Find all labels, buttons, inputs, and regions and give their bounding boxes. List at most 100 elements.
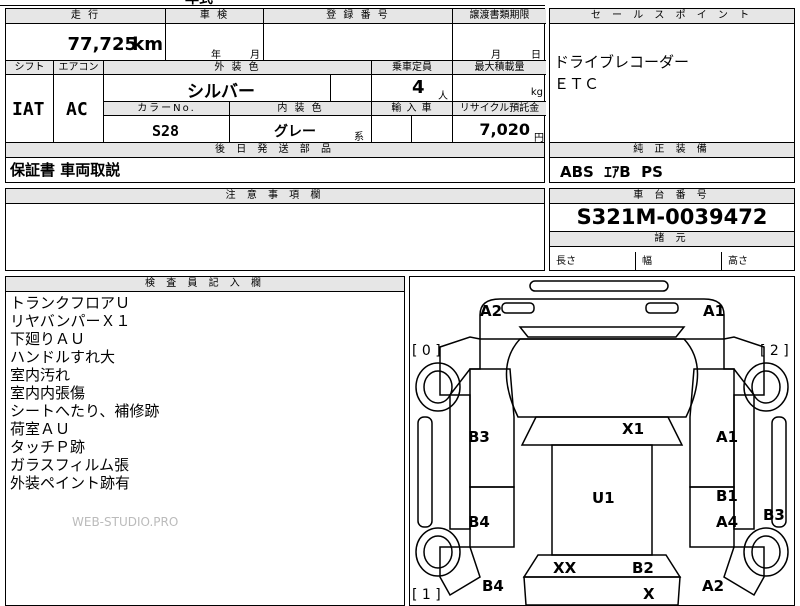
aircon-value: AC xyxy=(66,99,88,120)
mark-a4-right-mid: A4 xyxy=(716,513,738,531)
chassis-box: 車 台 番 号 S321M-0039472 諸 元 長さ 幅 高さ xyxy=(549,188,795,271)
wheel-front-left xyxy=(415,362,461,412)
shift-value: IAT xyxy=(12,99,45,120)
transfer-cell: 月 日 xyxy=(453,24,546,61)
inspector-line: ハンドルすれ大 xyxy=(10,348,116,366)
inspector-line: 室内汚れ xyxy=(10,366,71,384)
bracket-2: [ 2 ] xyxy=(760,343,789,359)
mark-a1-right-front: A1 xyxy=(716,428,738,446)
mark-b3-left-front: B3 xyxy=(468,428,490,446)
color-no-value: S28 xyxy=(152,122,180,140)
inspector-line: ガラスフィルム張 xyxy=(10,456,130,474)
inspection-header: 車 検 xyxy=(166,9,264,24)
capacity-value: 4 xyxy=(412,77,425,98)
wheel-front-right xyxy=(743,362,789,412)
mark-b4-left-mid: B4 xyxy=(468,513,490,531)
color-no-cell: S28 xyxy=(104,116,230,144)
inspector-line: リヤバンパーＸ１ xyxy=(10,312,131,330)
front-bumper-strip xyxy=(529,280,669,292)
recycle-value: 7,020 xyxy=(479,120,530,139)
headlight-left xyxy=(501,302,535,314)
registration-cell xyxy=(264,24,453,61)
mark-xx-rear-left: XX xyxy=(553,559,577,577)
import-header: 輸 入 車 xyxy=(372,102,453,116)
mark-b2-rear-right: B2 xyxy=(632,559,654,577)
dimension-width: 幅 xyxy=(642,252,722,270)
dimension-length: 長さ xyxy=(556,252,636,270)
later-parts-header: 後 日 発 送 部 品 xyxy=(6,143,544,158)
aircon-cell: AC xyxy=(54,75,104,144)
rear-glass xyxy=(522,554,682,578)
grille xyxy=(518,326,686,338)
exterior-color-header: 外 装 色 xyxy=(104,61,372,75)
sale-point-line-1: ドライブレコーダー xyxy=(554,53,690,71)
registration-header: 登 録 番 号 xyxy=(264,9,453,24)
capacity-header: 乗車定員 xyxy=(372,61,453,75)
mark-a2-right-rear: A2 xyxy=(702,577,724,595)
capacity-unit: 人 xyxy=(438,91,448,102)
transfer-month-unit: 月 xyxy=(491,50,501,61)
headlight-right xyxy=(645,302,679,314)
inspector-line: 下廻りＡＵ xyxy=(10,330,86,348)
wheel-rear-right xyxy=(743,527,789,577)
mark-u1-roof: U1 xyxy=(592,489,615,507)
car-diagram: [ 0 ] [ 2 ] [ 1 ] A2 A1 X1 B3 A1 U1 B1 B… xyxy=(412,280,789,605)
mark-b4-left-rear: B4 xyxy=(482,577,504,595)
wheel-rear-left xyxy=(415,527,461,577)
import-cell-a xyxy=(372,116,412,144)
mark-b1-right-mid: B1 xyxy=(716,487,738,505)
car-diagram-box: [ 0 ] [ 2 ] [ 1 ] A2 A1 X1 B3 A1 U1 B1 B… xyxy=(409,276,795,606)
later-parts-box: 後 日 発 送 部 品 保証書 車両取説 xyxy=(5,142,545,183)
hood xyxy=(505,338,699,418)
right-side-panel xyxy=(733,394,755,530)
inspection-cell: 年 月 xyxy=(166,24,264,61)
capacity-cell: 4 人 xyxy=(372,75,453,102)
equipment-header: 純 正 装 備 xyxy=(550,143,794,158)
sale-points-header: セ ー ル ス ポ イ ン ト xyxy=(550,9,794,24)
exterior-color-value: シルバー xyxy=(187,82,255,102)
mark-a2-front-left: A2 xyxy=(480,302,502,320)
dimensions-header: 諸 元 xyxy=(550,231,794,247)
inspection-month-unit: 月 xyxy=(250,50,260,61)
inspector-line: 室内内張傷 xyxy=(10,384,86,402)
mileage-header: 走 行 xyxy=(6,9,166,24)
inspector-line: 荷室ＡＵ xyxy=(10,420,71,438)
inspector-line: タッチＰ跡 xyxy=(10,438,86,456)
left-sill xyxy=(417,416,433,528)
mark-a1-front-right: A1 xyxy=(703,302,725,320)
chassis-header: 車 台 番 号 xyxy=(550,189,794,204)
bracket-0: [ 0 ] xyxy=(412,343,441,359)
windshield xyxy=(520,416,684,446)
mark-x1-hood: X1 xyxy=(622,420,644,438)
recycle-header: リサイクル預託金 xyxy=(453,102,546,116)
inspection-year-unit: 年 xyxy=(211,50,221,61)
equipment-box: 純 正 装 備 ABS ｴｱB PS xyxy=(549,142,795,183)
mileage-value: 77,725 xyxy=(67,34,137,55)
dimension-height: 高さ xyxy=(728,256,748,267)
mark-b3-right-edge: B3 xyxy=(763,506,785,524)
dimensions-row: 長さ 幅 高さ xyxy=(550,246,794,270)
interior-color-value: グレー xyxy=(274,124,316,140)
exterior-color-cell: シルバー xyxy=(104,75,331,102)
inspector-line: シートへたり、補修跡 xyxy=(10,402,160,420)
interior-color-suffix: 系 xyxy=(354,132,364,143)
interior-color-header: 内 装 色 xyxy=(230,102,372,116)
mark-x-rear: X xyxy=(643,585,655,603)
chassis-value: S321M-0039472 xyxy=(576,205,768,229)
equipment-value: ABS ｴｱB PS xyxy=(560,163,663,181)
recycle-cell: 7,020 円 xyxy=(453,116,546,144)
sale-point-line-2: ＥＴＣ xyxy=(554,75,600,93)
aircon-header: エアコン xyxy=(54,61,104,75)
max-load-cell: kg xyxy=(453,75,546,102)
shift-header: シフト xyxy=(6,61,54,75)
exterior-color-extra-cell xyxy=(331,75,372,102)
top-partial-text: 年式 xyxy=(185,0,213,8)
inspector-line: トランクフロアＵ xyxy=(10,294,131,312)
front-outline xyxy=(479,298,725,340)
interior-color-cell: グレー 系 xyxy=(230,116,372,144)
inspector-line: 外装ペイント跡有 xyxy=(10,474,131,492)
transfer-day-unit: 日 xyxy=(531,50,541,61)
notes-box: 注 意 事 項 欄 xyxy=(5,188,545,271)
max-load-header: 最大積載量 xyxy=(453,61,546,75)
mileage-unit: km xyxy=(132,34,163,55)
